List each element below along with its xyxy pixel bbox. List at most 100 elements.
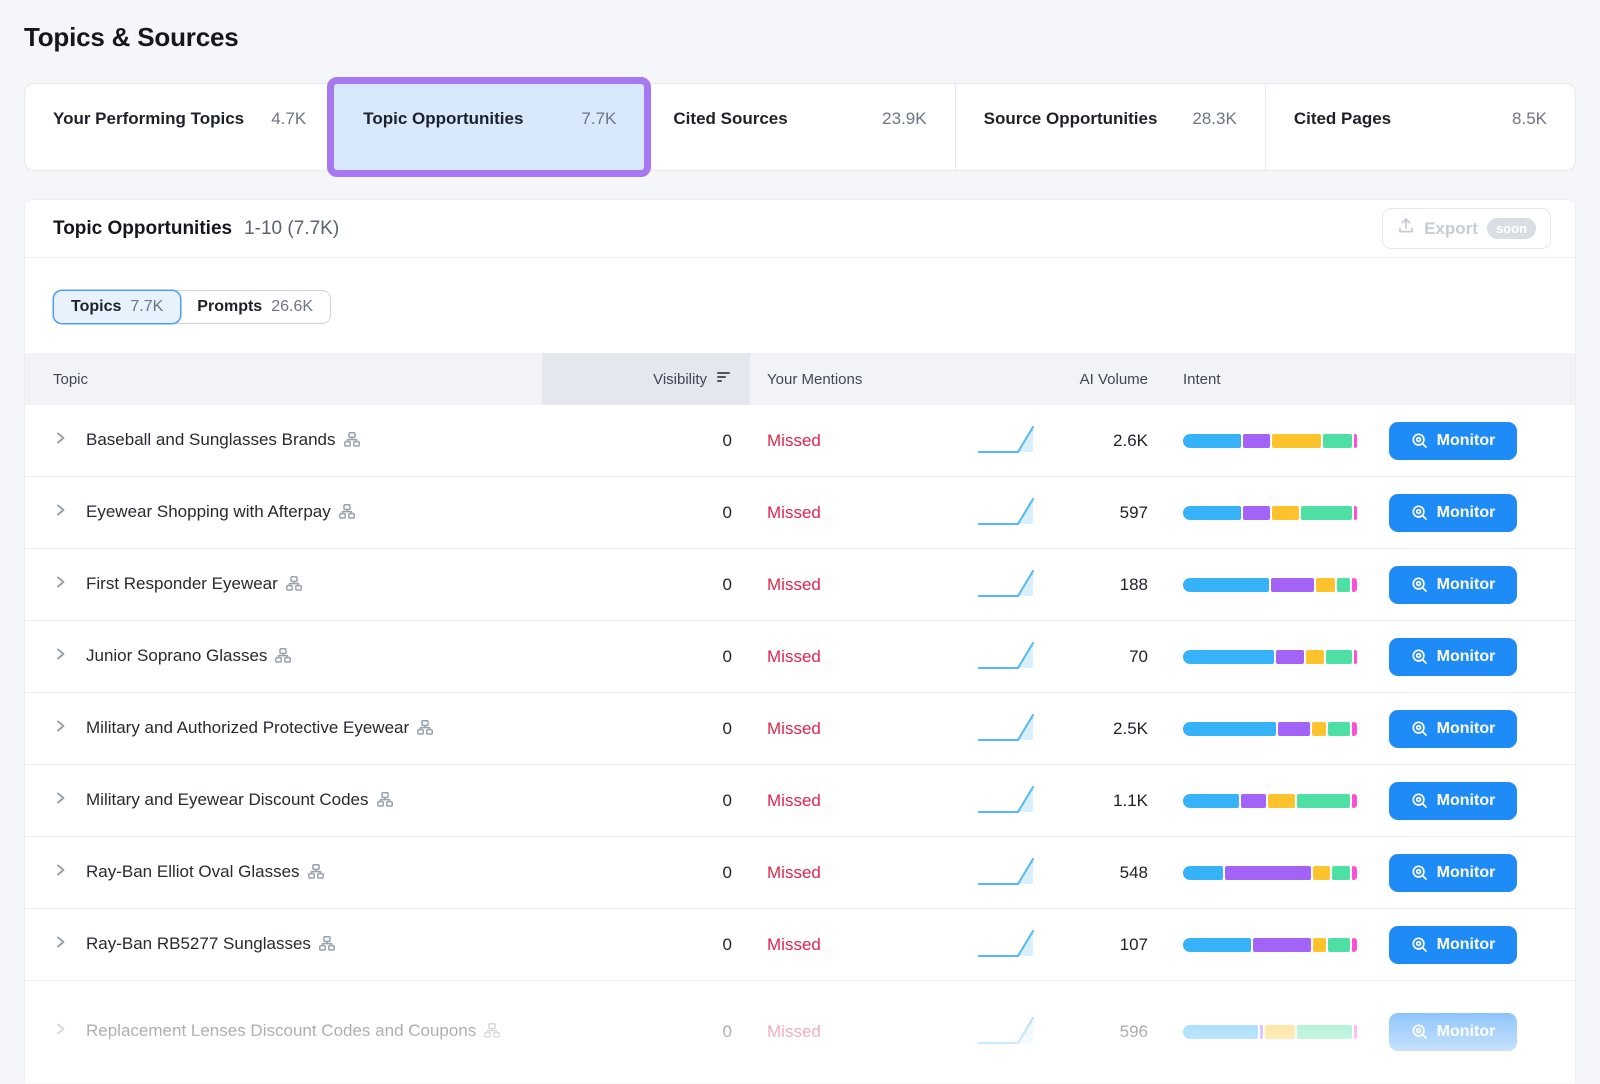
intent-segment bbox=[1312, 722, 1327, 736]
mentions-status: Missed bbox=[750, 647, 976, 667]
monitor-label: Monitor bbox=[1437, 648, 1496, 666]
intent-segment bbox=[1316, 578, 1334, 592]
expand-chevron-icon[interactable] bbox=[53, 862, 68, 883]
tab-label: Cited Sources bbox=[673, 106, 872, 132]
visibility-value: 0 bbox=[542, 575, 750, 595]
visibility-value: 0 bbox=[542, 503, 750, 523]
intent-segment bbox=[1332, 866, 1350, 880]
monitor-button[interactable]: Monitor bbox=[1389, 854, 1517, 892]
monitor-button[interactable]: Monitor bbox=[1389, 566, 1517, 604]
topic-opportunities-panel: Topic Opportunities 1-10 (7.7K) Export s… bbox=[24, 199, 1576, 1083]
tab-count: 4.7K bbox=[271, 106, 306, 132]
intent-segment bbox=[1313, 938, 1326, 952]
topic-name[interactable]: Military and Authorized Protective Eyewe… bbox=[86, 715, 433, 743]
topic-name[interactable]: Eyewear Shopping with Afterpay bbox=[86, 499, 355, 527]
table-row: Baseball and Sunglasses Brands0Missed2.6… bbox=[25, 405, 1575, 477]
monitor-label: Monitor bbox=[1437, 864, 1496, 882]
tab-cited-sources[interactable]: Cited Sources 23.9K bbox=[644, 84, 954, 170]
tab-label: Source Opportunities bbox=[984, 106, 1183, 132]
topic-name[interactable]: Ray-Ban Elliot Oval Glasses bbox=[86, 859, 324, 887]
mentions-status: Missed bbox=[750, 791, 976, 811]
intent-segment bbox=[1301, 506, 1352, 520]
expand-chevron-icon[interactable] bbox=[53, 718, 68, 739]
column-header-ai-volume: AI Volume bbox=[1038, 353, 1148, 405]
panel-range: 1-10 (7.7K) bbox=[244, 218, 339, 240]
topic-name[interactable]: Replacement Lenses Discount Codes and Co… bbox=[86, 1018, 500, 1046]
monitor-button[interactable]: Monitor bbox=[1389, 638, 1517, 676]
intent-bar bbox=[1183, 650, 1357, 664]
column-header-visibility[interactable]: Visibility bbox=[542, 353, 750, 405]
export-button[interactable]: Export soon bbox=[1382, 208, 1551, 249]
topic-cell: Junior Soprano Glasses bbox=[25, 643, 542, 671]
column-header-your-mentions: Your Mentions bbox=[750, 353, 976, 405]
topic-cell: Ray-Ban Elliot Oval Glasses bbox=[25, 859, 542, 887]
visibility-value: 0 bbox=[542, 863, 750, 883]
topic-cell: Military and Eyewear Discount Codes bbox=[25, 787, 542, 815]
monitor-label: Monitor bbox=[1437, 504, 1496, 522]
monitor-magnifier-icon bbox=[1411, 1023, 1429, 1041]
expand-chevron-icon[interactable] bbox=[53, 934, 68, 955]
topic-name[interactable]: Baseball and Sunglasses Brands bbox=[86, 427, 360, 455]
monitor-button[interactable]: Monitor bbox=[1389, 782, 1517, 820]
expand-chevron-icon[interactable] bbox=[53, 430, 68, 451]
intent-cell bbox=[1148, 650, 1389, 664]
tab-your-performing-topics[interactable]: Your Performing Topics 4.7K bbox=[25, 84, 334, 170]
intent-segment bbox=[1326, 650, 1351, 664]
mentions-sparkline bbox=[976, 781, 1038, 821]
intent-segment bbox=[1323, 434, 1352, 448]
mentions-status: Missed bbox=[750, 935, 976, 955]
monitor-magnifier-icon bbox=[1411, 720, 1429, 738]
intent-segment bbox=[1183, 938, 1251, 952]
tab-label: Topic Opportunities bbox=[363, 106, 571, 132]
monitor-button[interactable]: Monitor bbox=[1389, 710, 1517, 748]
monitor-button[interactable]: Monitor bbox=[1389, 494, 1517, 532]
topic-name[interactable]: Military and Eyewear Discount Codes bbox=[86, 787, 393, 815]
tab-topic-opportunities[interactable]: Topic Opportunities7.7K bbox=[334, 84, 644, 170]
topics-prompts-toggle: Topics 7.7K Prompts 26.6K bbox=[53, 290, 331, 324]
export-label: Export bbox=[1424, 219, 1478, 239]
mentions-status: Missed bbox=[750, 431, 976, 451]
tab-label: Cited Pages bbox=[1294, 106, 1502, 132]
toggle-prompts-count: 26.6K bbox=[271, 298, 313, 316]
visibility-header-label: Visibility bbox=[653, 371, 707, 388]
topic-cell: Military and Authorized Protective Eyewe… bbox=[25, 715, 542, 743]
monitor-button[interactable]: Monitor bbox=[1389, 1013, 1517, 1051]
monitor-magnifier-icon bbox=[1411, 576, 1429, 594]
expand-chevron-icon[interactable] bbox=[53, 646, 68, 667]
expand-chevron-icon[interactable] bbox=[53, 502, 68, 523]
intent-segment bbox=[1278, 722, 1310, 736]
monitor-button[interactable]: Monitor bbox=[1389, 926, 1517, 964]
intent-cell bbox=[1148, 938, 1389, 952]
intent-segment bbox=[1268, 794, 1295, 808]
tab-cited-pages[interactable]: Cited Pages 8.5K bbox=[1265, 84, 1575, 170]
intent-cell bbox=[1148, 866, 1389, 880]
expand-chevron-icon[interactable] bbox=[53, 1021, 68, 1042]
tab-source-opportunities[interactable]: Source Opportunities28.3K bbox=[955, 84, 1265, 170]
expand-chevron-icon[interactable] bbox=[53, 790, 68, 811]
sitemap-icon bbox=[417, 717, 433, 743]
topic-name[interactable]: Ray-Ban RB5277 Sunglasses bbox=[86, 931, 335, 959]
tab-count: 23.9K bbox=[882, 106, 926, 132]
intent-bar bbox=[1183, 866, 1357, 880]
visibility-value: 0 bbox=[542, 431, 750, 451]
monitor-button[interactable]: Monitor bbox=[1389, 422, 1517, 460]
toggle-topics[interactable]: Topics 7.7K bbox=[54, 291, 180, 323]
topic-name[interactable]: First Responder Eyewear bbox=[86, 571, 302, 599]
expand-chevron-icon[interactable] bbox=[53, 574, 68, 595]
visibility-value: 0 bbox=[542, 719, 750, 739]
tab-count: 8.5K bbox=[1512, 106, 1547, 132]
toggle-prompts[interactable]: Prompts 26.6K bbox=[180, 291, 330, 323]
intent-cell bbox=[1148, 1025, 1389, 1039]
tab-label: Your Performing Topics bbox=[53, 106, 261, 132]
sitemap-icon bbox=[308, 861, 324, 887]
table-row: Ray-Ban RB5277 Sunglasses0Missed107Monit… bbox=[25, 909, 1575, 981]
monitor-label: Monitor bbox=[1437, 1023, 1496, 1041]
table-body: Baseball and Sunglasses Brands0Missed2.6… bbox=[25, 405, 1575, 1082]
sitemap-icon bbox=[319, 933, 335, 959]
intent-segment bbox=[1354, 506, 1357, 520]
intent-segment bbox=[1183, 1025, 1258, 1039]
table-row: Junior Soprano Glasses0Missed70Monitor bbox=[25, 621, 1575, 693]
topic-name[interactable]: Junior Soprano Glasses bbox=[86, 643, 291, 671]
monitor-cell: Monitor bbox=[1389, 566, 1517, 604]
mentions-sparkline bbox=[976, 493, 1038, 533]
